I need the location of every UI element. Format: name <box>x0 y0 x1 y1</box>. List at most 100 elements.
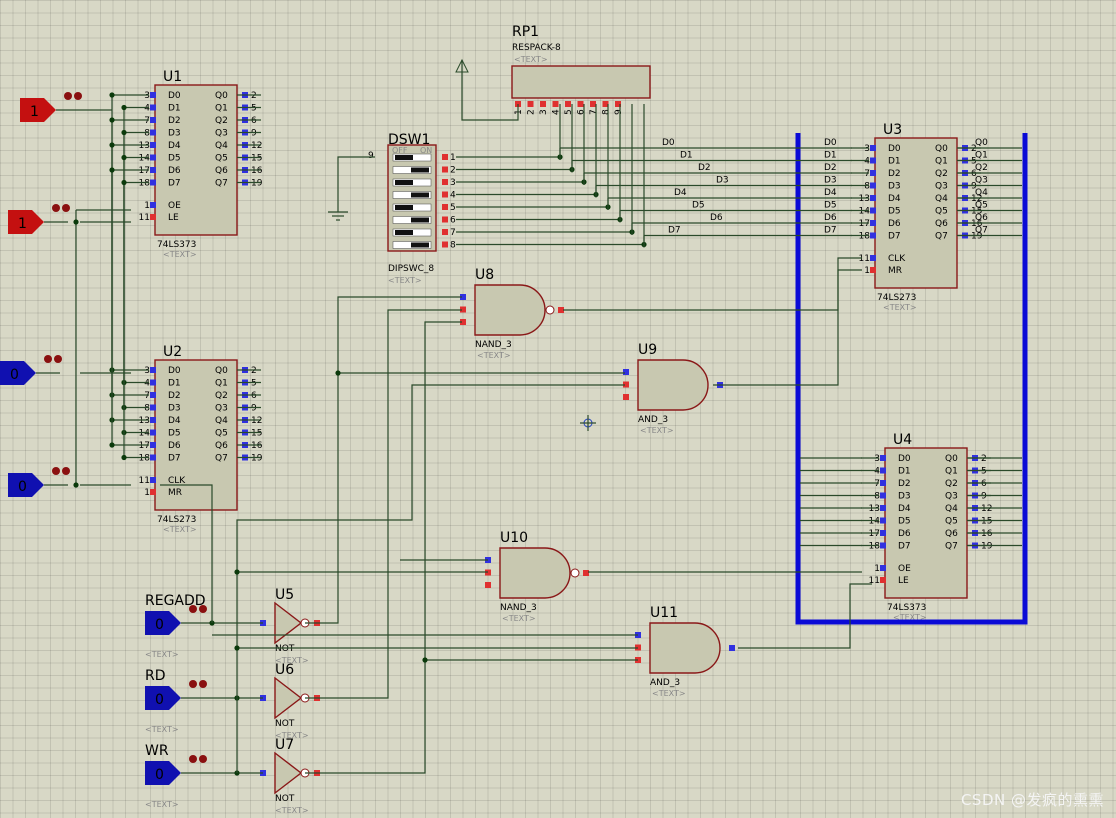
pin-marker <box>150 167 156 173</box>
chip-out-pin-num: 12 <box>251 141 262 151</box>
chip-d-label: D3 <box>898 492 911 502</box>
gate-u6[interactable] <box>274 676 303 720</box>
bus-label: D2 <box>698 163 711 173</box>
chip-out-pin-num: 19 <box>251 454 263 464</box>
pin-marker <box>880 492 886 499</box>
chip-in-pin-num: 8 <box>144 129 150 139</box>
chip-in-pin-num: 17 <box>139 166 150 176</box>
wire <box>305 321 462 774</box>
gate-u10-bubble <box>570 568 580 578</box>
bus-tie-wire <box>123 106 131 384</box>
chip-q-label: Q7 <box>935 232 948 242</box>
pin-marker <box>150 104 156 111</box>
gate-text: <TEXT> <box>477 351 511 360</box>
pin-marker <box>442 166 448 173</box>
chip-d-label: D3 <box>168 404 181 414</box>
respack-pin: 9 <box>614 109 624 115</box>
pin-marker <box>442 179 448 185</box>
chip-d-label: D4 <box>168 141 181 151</box>
chip-out-pin-num: 15 <box>251 154 262 164</box>
chip-out-pin-num: 6 <box>251 116 257 126</box>
bus-label: D1 <box>680 151 693 161</box>
chip-ctrl-label: MR <box>168 488 182 498</box>
chip-q-label: Q2 <box>215 116 228 126</box>
chip-d-label: D4 <box>888 194 901 204</box>
dipswitch-toggle[interactable] <box>395 180 413 185</box>
gate-u5[interactable] <box>274 601 303 645</box>
respack-power-wire <box>461 60 519 121</box>
dipswitch-toggle[interactable] <box>411 167 429 173</box>
respack-pin: 2 <box>527 109 537 115</box>
pin-marker <box>150 379 156 386</box>
pin-marker <box>150 129 156 136</box>
respack-body[interactable] <box>511 65 651 99</box>
dipswitch-pin: 1 <box>450 153 456 163</box>
pin-marker <box>150 142 156 148</box>
bus-tie-wire <box>111 119 131 396</box>
chip-in-pin-num: 18 <box>859 232 871 242</box>
bus-tie-wire <box>111 169 131 446</box>
pin-marker <box>442 241 448 248</box>
pin-marker <box>870 232 876 239</box>
chip-in-pin-num: 3 <box>144 91 150 101</box>
bus-tie-wire <box>111 144 131 421</box>
junction <box>121 104 127 111</box>
chip-q-label: Q1 <box>935 157 948 167</box>
logic-input-value: 1 <box>30 104 39 120</box>
chip-in-pin-num: 4 <box>144 379 150 389</box>
junction <box>422 657 428 663</box>
chip-type-u1: 74LS373 <box>157 240 196 250</box>
q-label: Q3 <box>975 176 988 186</box>
chip-in-pin-num: 17 <box>859 219 870 229</box>
bus-label: D4 <box>674 188 687 198</box>
gate-u8[interactable] <box>474 284 546 336</box>
dipswitch-pin: 2 <box>450 166 456 176</box>
gate-u11-ref: U11 <box>650 605 678 621</box>
dipswitch-toggle[interactable] <box>411 192 429 198</box>
probe-dot <box>62 204 70 212</box>
chip-d-label: D1 <box>168 379 181 389</box>
junction <box>109 167 115 173</box>
chip-ref-u1: U1 <box>163 69 182 85</box>
chip-type-u3: 74LS273 <box>877 293 916 303</box>
logic-input-value: 0 <box>18 479 27 495</box>
chip-q-label: Q2 <box>945 479 958 489</box>
pin-marker <box>442 154 448 160</box>
q-label: Q7 <box>975 226 988 236</box>
dipswitch-off-label: OFF <box>392 146 408 155</box>
ground-wire <box>337 156 375 212</box>
gate-u9[interactable] <box>637 359 709 411</box>
gate-u11[interactable] <box>649 622 721 674</box>
dipswitch-toggle[interactable] <box>395 155 413 160</box>
chip-d-label: D3 <box>888 182 901 192</box>
junction <box>109 142 115 148</box>
chip-d-label: D4 <box>898 504 911 514</box>
schematic-canvas[interactable]: U174LS373<TEXT>D0 Q03 2D1 Q14 5D2 Q27 6D3 Q38 9D… <box>0 0 1116 818</box>
chip-d-label: D1 <box>168 104 181 114</box>
input-text-placeholder: <TEXT> <box>145 725 179 734</box>
chip-out-pin-num: 2 <box>251 91 257 101</box>
chip-d-label: D0 <box>888 144 901 154</box>
probe-dot <box>44 355 52 363</box>
q-label: Q5 <box>975 201 988 211</box>
chip-ctrl-pin: 11 <box>859 254 870 264</box>
dipswitch-toggle[interactable] <box>395 205 413 210</box>
probe-dot <box>199 755 207 763</box>
chip-out-pin-num: 9 <box>251 129 257 139</box>
dipswitch-toggle[interactable] <box>411 242 429 248</box>
dipswitch-toggle[interactable] <box>395 230 413 235</box>
chip-out-pin-num: 15 <box>251 429 262 439</box>
chip-out-pin-num: 6 <box>251 391 257 401</box>
chip-q-label: Q3 <box>215 404 228 414</box>
dipswitch-toggle[interactable] <box>411 217 429 223</box>
respack-text: <TEXT> <box>514 55 548 64</box>
chip-q-label: Q4 <box>215 141 228 151</box>
junction <box>335 370 341 376</box>
chip-d-label: D6 <box>888 219 901 229</box>
u3-in-label: D0 <box>824 138 837 148</box>
chip-q-label: Q6 <box>945 529 958 539</box>
respack-pin: 1 <box>514 109 524 115</box>
gate-u10[interactable] <box>499 547 571 599</box>
chip-in-pin-num: 7 <box>144 391 150 401</box>
gate-u7[interactable] <box>274 751 303 795</box>
